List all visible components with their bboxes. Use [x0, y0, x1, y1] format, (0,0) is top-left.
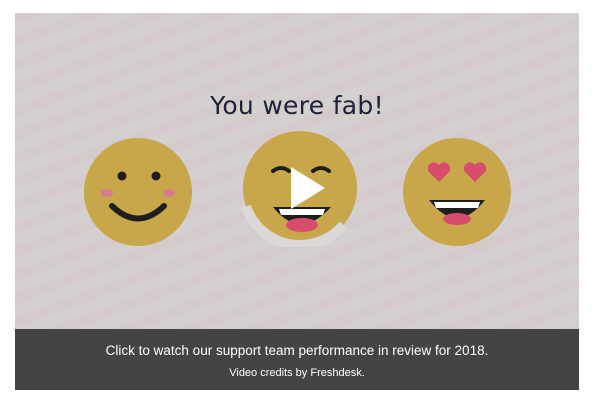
smiling-face-icon [84, 138, 192, 246]
video-caption[interactable]: Click to watch our support team performa… [15, 343, 579, 358]
video-thumbnail[interactable]: You were fab! Click to watch our support… [15, 13, 579, 390]
play-icon [291, 167, 325, 209]
heart-eyes-face-icon [403, 138, 511, 246]
caption-bar[interactable]: Click to watch our support team performa… [15, 329, 579, 390]
video-title: You were fab! [210, 91, 384, 120]
video-credits: Video credits by Freshdesk. [229, 367, 365, 379]
play-button[interactable] [241, 129, 359, 247]
